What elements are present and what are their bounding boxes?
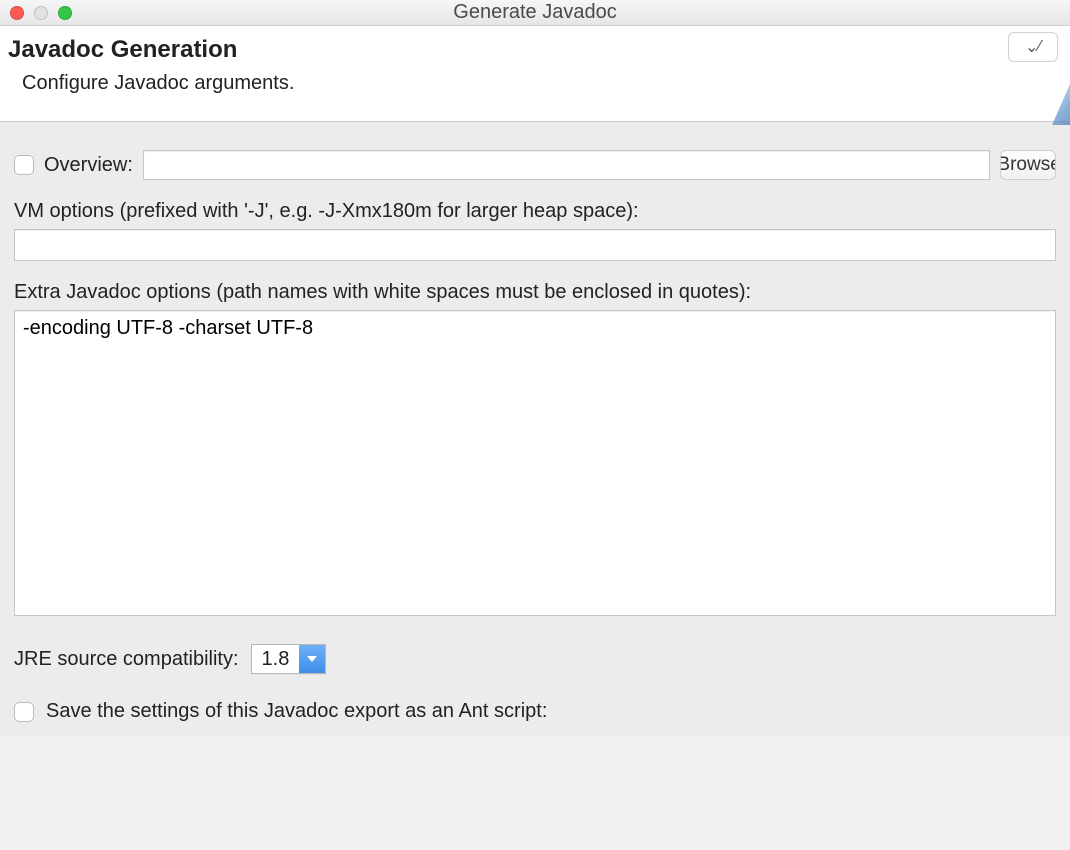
jre-compatibility-value: 1.8 [252,645,300,673]
vm-options-input[interactable] [14,229,1056,261]
window-title: Generate Javadoc [453,1,616,24]
chevron-right-fragment-icon: ⁄ [1038,38,1041,56]
window-titlebar: Generate Javadoc [0,0,1070,26]
overview-label: Overview: [44,154,133,177]
overview-checkbox[interactable] [14,155,34,175]
jre-compatibility-row: JRE source compatibility: 1.8 [14,644,1056,674]
vm-options-label: VM options (prefixed with '-J', e.g. -J-… [14,200,1056,223]
dialog-body: Overview: Browse... VM options (prefixed… [0,122,1070,737]
dialog-header: ⌄ ⁄ Javadoc Generation Configure Javadoc… [0,26,1070,122]
chevron-down-icon [299,645,325,673]
header-dropdown-button[interactable]: ⌄ ⁄ [1008,32,1058,62]
browse-button-label: Browse... [1000,154,1056,176]
save-ant-row: Save the settings of this Javadoc export… [14,700,1056,723]
close-window-button[interactable] [10,6,24,20]
overview-row: Overview: Browse... [14,150,1056,180]
zoom-window-button[interactable] [58,6,72,20]
dialog-description: Configure Javadoc arguments. [22,72,1056,95]
extra-options-label: Extra Javadoc options (path names with w… [14,281,1056,304]
jre-compatibility-select[interactable]: 1.8 [251,644,327,674]
jre-compatibility-label: JRE source compatibility: [14,648,239,671]
save-ant-label: Save the settings of this Javadoc export… [46,700,547,723]
window-controls [10,6,72,20]
overview-browse-button[interactable]: Browse... [1000,150,1056,180]
save-ant-checkbox[interactable] [14,702,34,722]
chevron-down-icon: ⌄ [1025,37,1038,57]
extra-options-textarea[interactable] [14,310,1056,616]
overview-input[interactable] [143,150,990,180]
dialog-title: Javadoc Generation [8,36,1056,64]
minimize-window-button[interactable] [34,6,48,20]
